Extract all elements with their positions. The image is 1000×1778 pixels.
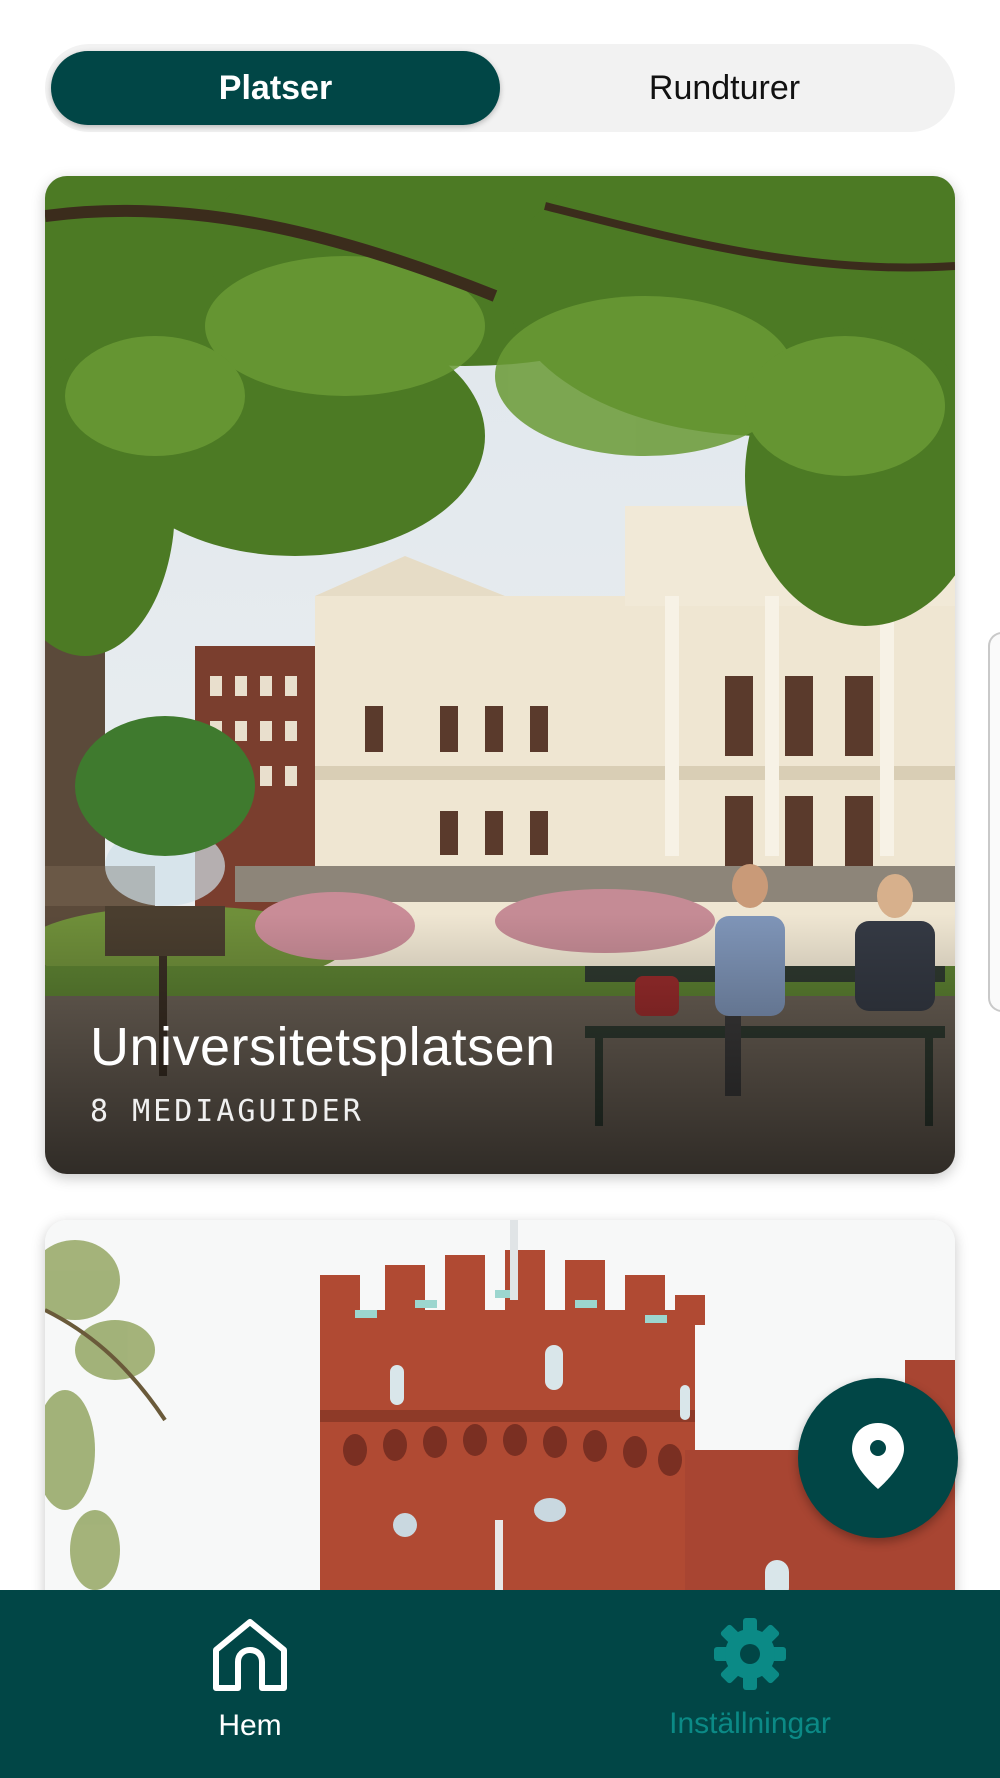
segmented-control: Platser Rundturer bbox=[45, 44, 955, 132]
tab-places[interactable]: Platser bbox=[51, 51, 500, 125]
home-icon bbox=[210, 1616, 290, 1699]
gear-icon bbox=[712, 1616, 788, 1697]
location-button[interactable] bbox=[798, 1378, 958, 1538]
place-guide-count: 8 MEDIAGUIDER bbox=[90, 1094, 364, 1129]
nav-home[interactable]: Hem bbox=[0, 1590, 500, 1778]
tab-tours[interactable]: Rundturer bbox=[500, 51, 949, 125]
screen: Platser Rundturer Universitetsplatsen 8 … bbox=[0, 0, 1000, 1778]
location-pin-icon bbox=[850, 1421, 906, 1496]
place-card[interactable]: Universitetsplatsen 8 MEDIAGUIDER bbox=[45, 176, 955, 1174]
nav-home-label: Hem bbox=[218, 1709, 282, 1742]
bottom-navigation: Hem Inställningar bbox=[0, 1590, 1000, 1778]
place-title: Universitetsplatsen bbox=[90, 1017, 556, 1077]
nav-settings[interactable]: Inställningar bbox=[500, 1590, 1000, 1778]
edge-panel-handle[interactable] bbox=[988, 632, 1000, 1012]
nav-settings-label: Inställningar bbox=[669, 1707, 831, 1740]
